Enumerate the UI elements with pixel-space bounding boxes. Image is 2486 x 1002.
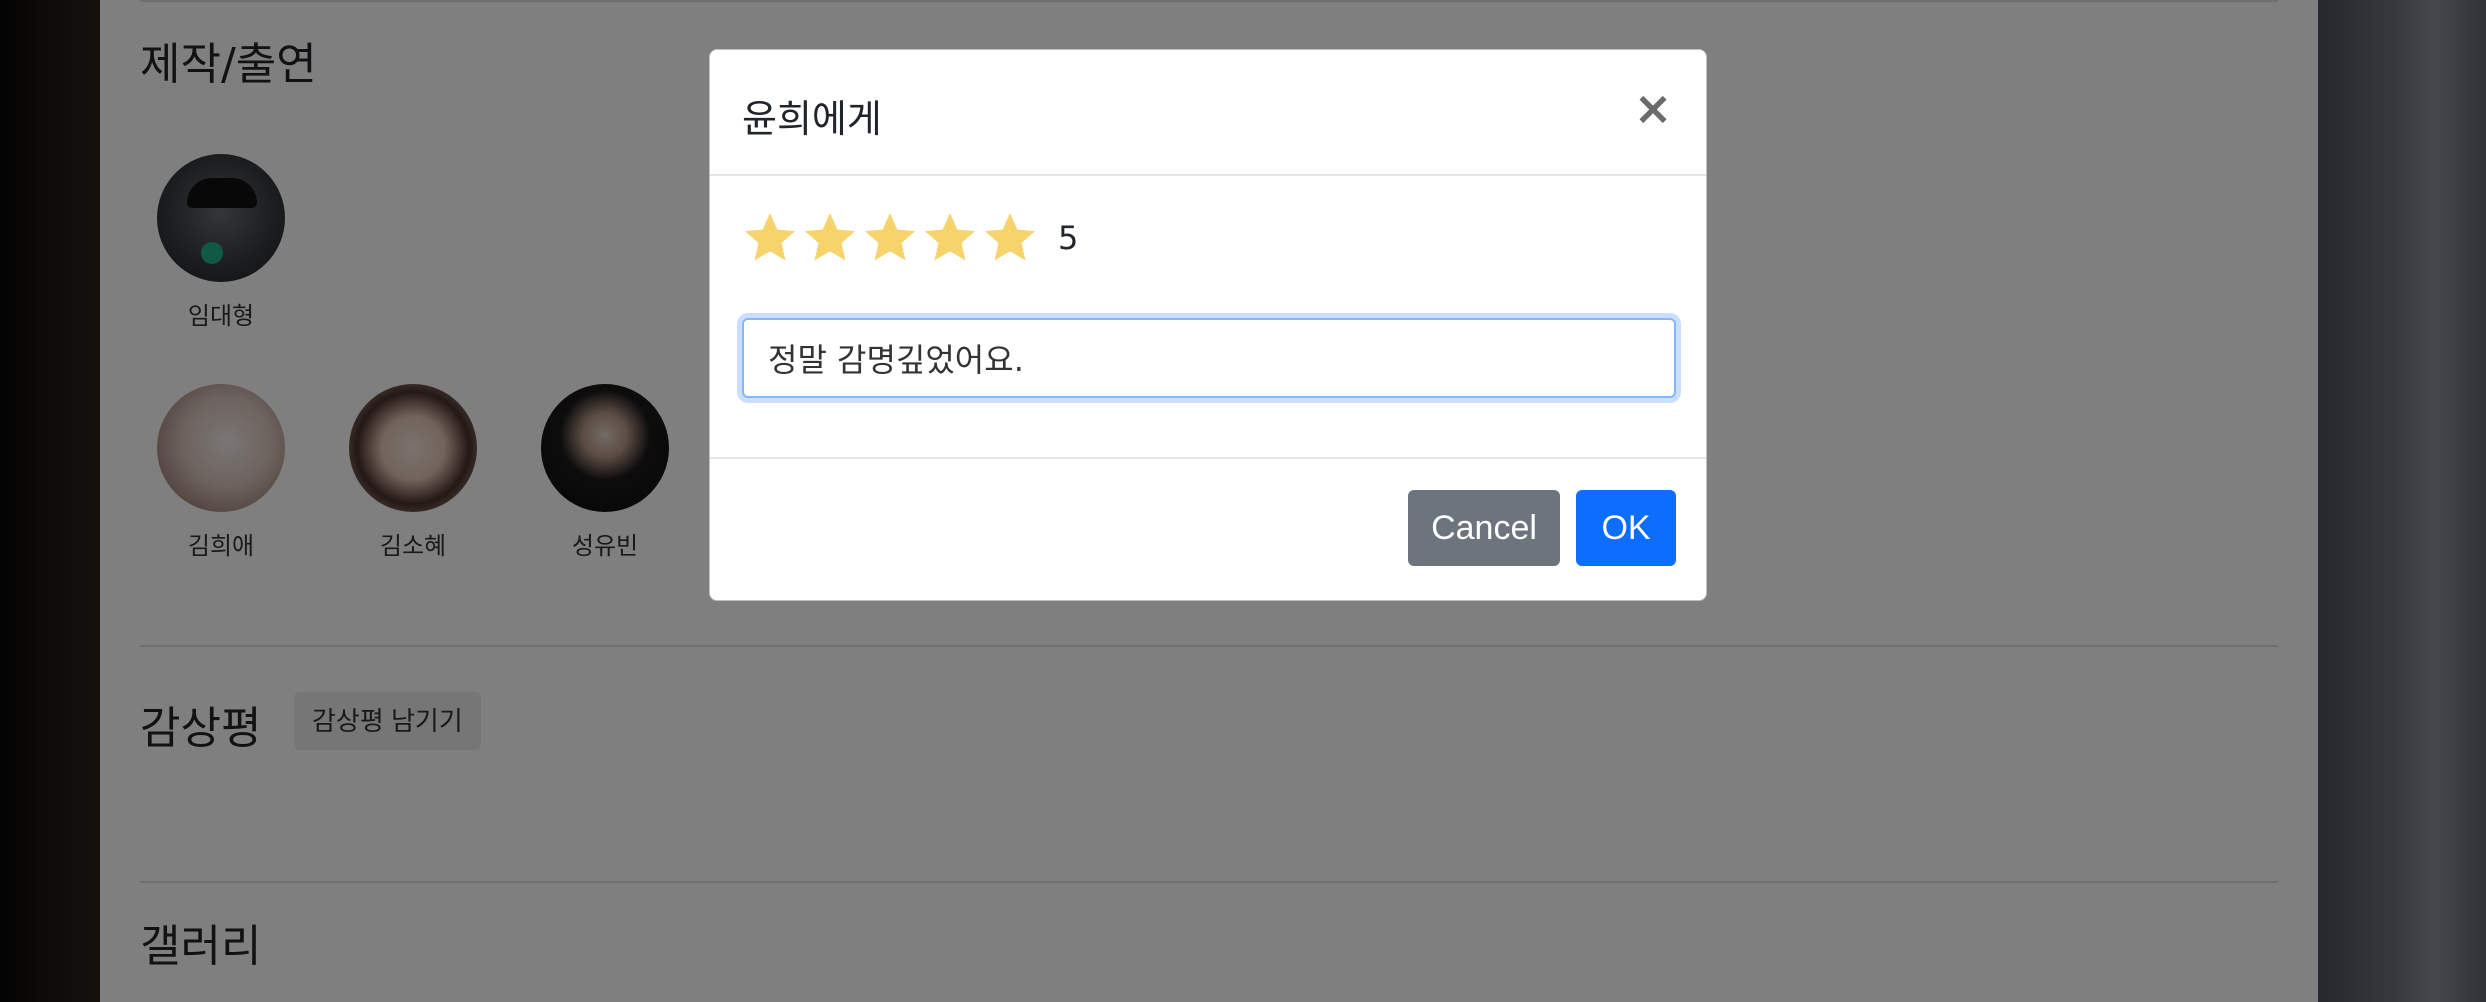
modal-header: 윤희에게 × xyxy=(710,50,1706,176)
modal-body: 5 xyxy=(710,176,1706,459)
star-icon[interactable] xyxy=(860,208,920,268)
review-comment-input[interactable] xyxy=(742,318,1676,398)
cancel-button[interactable]: Cancel xyxy=(1408,490,1560,566)
star-rating[interactable]: 5 xyxy=(740,208,1078,268)
star-icon[interactable] xyxy=(740,208,800,268)
star-icon[interactable] xyxy=(800,208,860,268)
ok-button[interactable]: OK xyxy=(1576,490,1676,566)
modal-footer: Cancel OK xyxy=(710,459,1706,600)
modal-title: 윤희에게 xyxy=(742,97,882,141)
rating-value: 5 xyxy=(1058,219,1079,257)
review-modal: 윤희에게 × 5 Cancel OK xyxy=(709,49,1707,601)
star-icon[interactable] xyxy=(920,208,980,268)
close-icon[interactable]: × xyxy=(1630,85,1676,132)
star-icon[interactable] xyxy=(980,208,1040,268)
